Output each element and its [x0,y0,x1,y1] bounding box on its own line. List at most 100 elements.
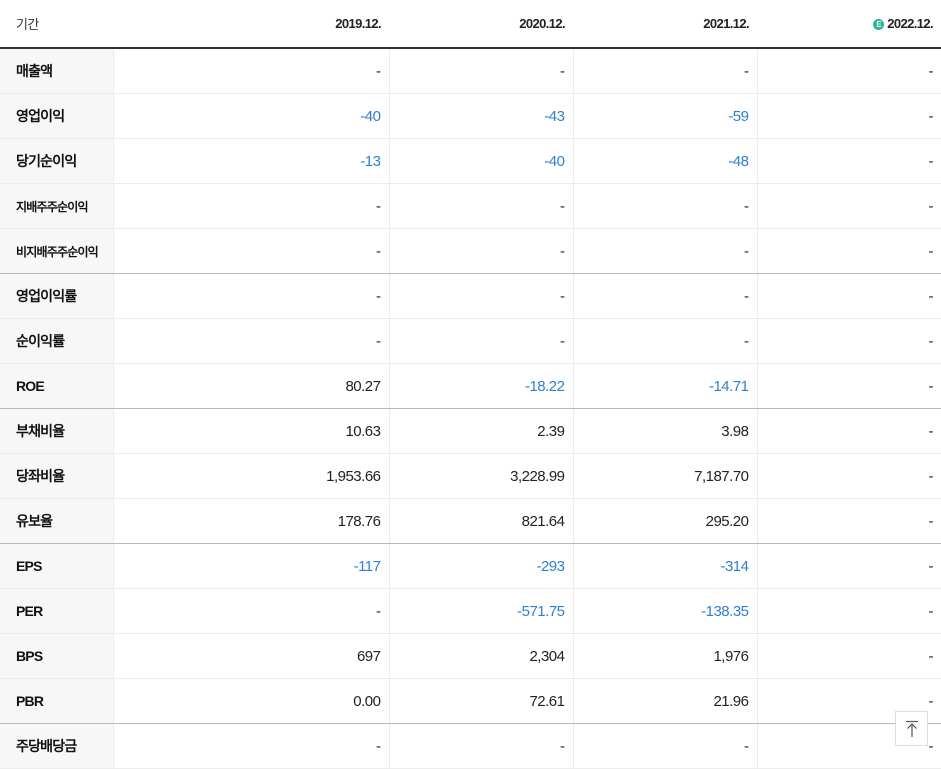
table-cell: - [572,228,757,274]
table-cell: 3.98 [572,408,757,454]
table-cell: - [572,273,757,319]
table-cell: -18.22 [388,363,573,409]
table-cell: - [756,453,941,499]
col-header-2021: 2021.12. [573,0,757,49]
table-cell: -293 [388,543,573,589]
table-cell: 2,304 [388,633,573,679]
col-header-2022-estimate: E 2022.12. [757,0,941,49]
table-row: EPS -117 -293 -314- [0,543,941,589]
table-cell: - [572,723,757,769]
col-header-2020: 2020.12. [389,0,573,49]
header-row: 기간 2019.12. 2020.12. 2021.12. E 2022.12. [0,0,941,49]
row-label: 순이익률 [0,318,113,364]
table-cell: -14.71 [572,363,757,409]
table-cell: 80.27 [112,363,389,409]
row-label: 지배주주순이익 [0,183,113,229]
table-row: ROE 80.27 -18.22 -14.71- [0,363,941,409]
arrow-up-to-top-icon [905,720,918,737]
row-label: ROE [0,363,113,409]
table-row: BPS 697 2,304 1,976- [0,633,941,679]
table-cell: 0.00 [112,678,389,724]
row-label: 영업이익 [0,93,113,139]
row-label: 유보율 [0,498,113,544]
row-label: 주당배당금 [0,723,113,769]
table-cell: -43 [388,93,573,139]
table-cell: - [756,543,941,589]
table-row: 영업이익률 - - - - [0,273,941,319]
table-cell: - [756,588,941,634]
table-cell: - [756,363,941,409]
table-cell: - [112,48,389,94]
table-cell: 72.61 [388,678,573,724]
table-cell: -40 [388,138,573,184]
col-header-2022-label: 2022.12. [887,16,933,31]
table-cell: - [388,723,573,769]
row-label: EPS [0,543,113,589]
table-cell: -59 [572,93,757,139]
table-cell: 3,228.99 [388,453,573,499]
table-cell: 1,953.66 [112,453,389,499]
table-cell: - [756,318,941,364]
row-label: 비지배주주순이익 [0,228,113,274]
table-cell: -13 [112,138,389,184]
row-label: PER [0,588,113,634]
table-row: 유보율 178.76 821.64 295.20- [0,498,941,544]
table-cell: 697 [112,633,389,679]
table-row: 당기순이익 -13 -40 -48- [0,138,941,184]
table-cell: -48 [572,138,757,184]
table-cell: 295.20 [572,498,757,544]
table-cell: - [112,318,389,364]
row-label: PBR [0,678,113,724]
financial-summary-table: 기간 2019.12. 2020.12. 2021.12. E 2022.12. … [0,0,941,769]
estimate-badge-icon: E [873,19,885,30]
table-row: 부채비율 10.63 2.39 3.98- [0,408,941,454]
table-row: 영업이익 -40 -43 -59- [0,93,941,139]
table-cell: - [388,228,573,274]
row-label: 당기순이익 [0,138,113,184]
table-cell: - [112,723,389,769]
table-row: 주당배당금 - - - - [0,723,941,769]
table-row: 순이익률 - - - - [0,318,941,364]
table-cell: - [756,228,941,274]
table-cell: - [756,183,941,229]
table-row: PER - -571.75 -138.35- [0,588,941,634]
table-cell: - [388,273,573,319]
table-cell: - [388,183,573,229]
table-cell: 821.64 [388,498,573,544]
table-cell: - [112,228,389,274]
table-cell: - [112,588,389,634]
row-label: 매출액 [0,48,113,94]
table-cell: - [112,183,389,229]
table-cell: - [756,408,941,454]
table-cell: - [756,48,941,94]
table-row: 당좌비율 1,953.66 3,228.99 7,187.70- [0,453,941,499]
row-label: BPS [0,633,113,679]
table-cell: - [572,318,757,364]
table-cell: -138.35 [572,588,757,634]
scroll-to-top-button[interactable] [895,711,928,746]
table-cell: -314 [572,543,757,589]
table-cell: -40 [112,93,389,139]
table-row: 지배주주순이익 - - - - [0,183,941,229]
table-cell: - [572,183,757,229]
table-cell: - [756,93,941,139]
table-cell: -117 [112,543,389,589]
row-label: 당좌비율 [0,453,113,499]
table-cell: - [756,273,941,319]
table-cell: - [388,318,573,364]
table-cell: - [112,273,389,319]
table-cell: -571.75 [388,588,573,634]
row-label: 부채비율 [0,408,113,454]
table-cell: 1,976 [572,633,757,679]
table-cell: 21.96 [572,678,757,724]
table-cell: 10.63 [112,408,389,454]
table-cell: - [756,498,941,544]
table-cell: - [756,633,941,679]
table-cell: - [572,48,757,94]
table-cell: 2.39 [388,408,573,454]
col-header-2019: 2019.12. [113,0,389,49]
table-cell: 178.76 [112,498,389,544]
table-row: 매출액 - - - - [0,48,941,94]
table-row: 비지배주주순이익 - - - - [0,228,941,274]
table-cell: - [388,48,573,94]
